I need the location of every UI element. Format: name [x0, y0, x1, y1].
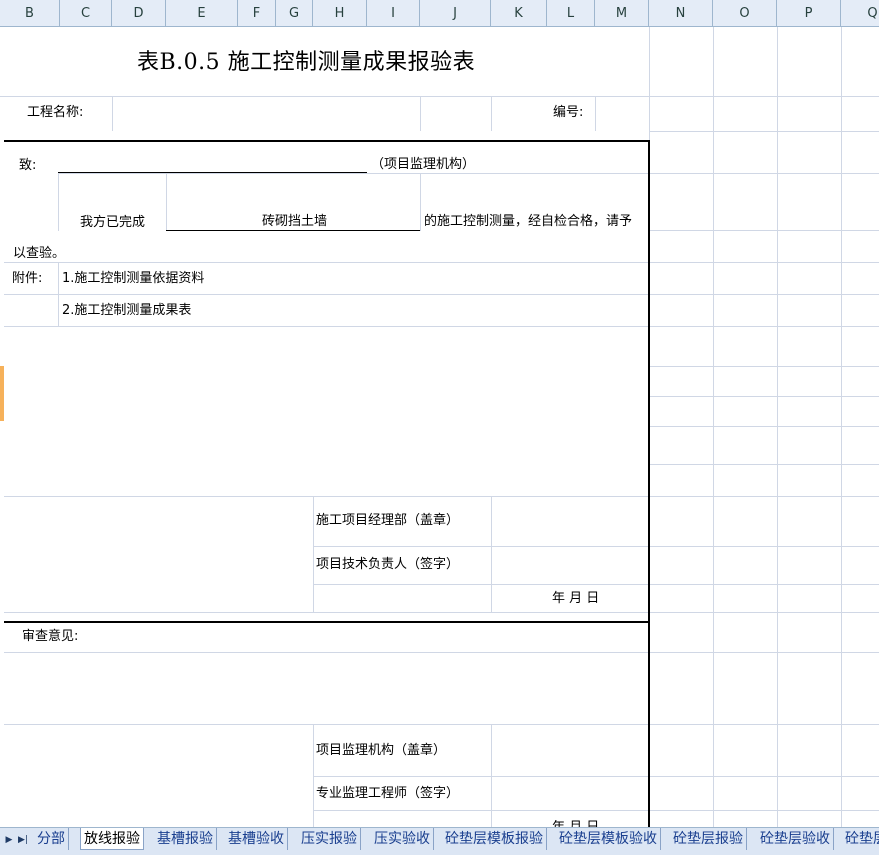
sheet-tab[interactable]: 砼垫层验收	[757, 828, 834, 850]
column-header-b[interactable]: B	[0, 0, 60, 27]
column-header-g[interactable]: G	[276, 0, 313, 27]
attachment-item-1: 1.施工控制测量依据资料	[62, 271, 205, 286]
column-header-n[interactable]: N	[649, 0, 713, 27]
sheet-tab[interactable]: 压实验收	[371, 828, 434, 850]
column-header-i[interactable]: I	[367, 0, 420, 27]
sheet-tab[interactable]: 压实报验	[298, 828, 361, 850]
sheet-tab[interactable]: 砼垫层模板报验	[442, 828, 547, 850]
contractor-dept-label: 施工项目经理部（盖章）	[316, 513, 460, 528]
supervisor-org-paren: （项目监理机构）	[371, 157, 476, 172]
scroll-last-icon[interactable]: ▶|	[16, 832, 30, 848]
date-label: 年 月 日	[552, 591, 600, 606]
sheet-tab[interactable]: 基槽报验	[154, 828, 217, 850]
inspect-request-text: 以查验。	[13, 246, 66, 261]
scroll-prev-icon[interactable]: ▶	[2, 832, 16, 848]
column-header-bar: B C D E F G H I J K L M N O P Q	[0, 0, 879, 27]
supervisor-org-label: 项目监理机构（盖章）	[316, 743, 447, 758]
review-opinion-label: 审查意见:	[22, 629, 79, 644]
completed-prefix: 我方已完成	[80, 215, 146, 230]
attachment-label: 附件:	[12, 271, 43, 286]
sheet-tab[interactable]: 砼垫层	[842, 828, 879, 850]
sheet-tab[interactable]: 砼垫层模板验收	[556, 828, 661, 850]
sheet-tab[interactable]: 基槽验收	[225, 828, 288, 850]
sheet-tab[interactable]: 分部	[34, 828, 69, 850]
column-header-q[interactable]: Q	[841, 0, 879, 27]
sheet-tab-bar: ▶ ▶| 分部 放线报验 基槽报验 基槽验收 压实报验 压实验收 砼垫层模板报验…	[0, 827, 879, 855]
column-header-l[interactable]: L	[547, 0, 595, 27]
date-label-2: 年 月 日	[552, 820, 599, 827]
column-header-e[interactable]: E	[166, 0, 238, 27]
project-name-label: 工程名称:	[27, 105, 84, 120]
column-header-f[interactable]: F	[238, 0, 276, 27]
column-header-d[interactable]: D	[112, 0, 166, 27]
column-header-p[interactable]: P	[777, 0, 841, 27]
column-header-k[interactable]: K	[491, 0, 547, 27]
supervisor-engineer-label: 专业监理工程师（签字）	[316, 786, 460, 801]
to-label: 致:	[19, 158, 37, 173]
form-title: 表B.0.5 施工控制测量成果报验表	[137, 50, 476, 75]
attachment-item-2: 2.施工控制测量成果表	[62, 303, 192, 318]
column-header-j[interactable]: J	[420, 0, 491, 27]
tech-lead-label: 项目技术负责人（签字）	[316, 557, 460, 572]
sheet-tab-active[interactable]: 放线报验	[80, 828, 144, 850]
column-header-h[interactable]: H	[313, 0, 367, 27]
sheet-tab[interactable]: 砼垫层报验	[670, 828, 747, 850]
serial-number-label: 编号:	[553, 105, 584, 120]
column-header-m[interactable]: M	[595, 0, 649, 27]
completed-suffix: 的施工控制测量，经自检合格，请予	[424, 214, 633, 229]
column-header-o[interactable]: O	[713, 0, 777, 27]
work-item-value[interactable]: 砖砌挡土墙	[262, 214, 327, 230]
selected-row-marker	[0, 366, 4, 421]
column-header-c[interactable]: C	[60, 0, 112, 27]
